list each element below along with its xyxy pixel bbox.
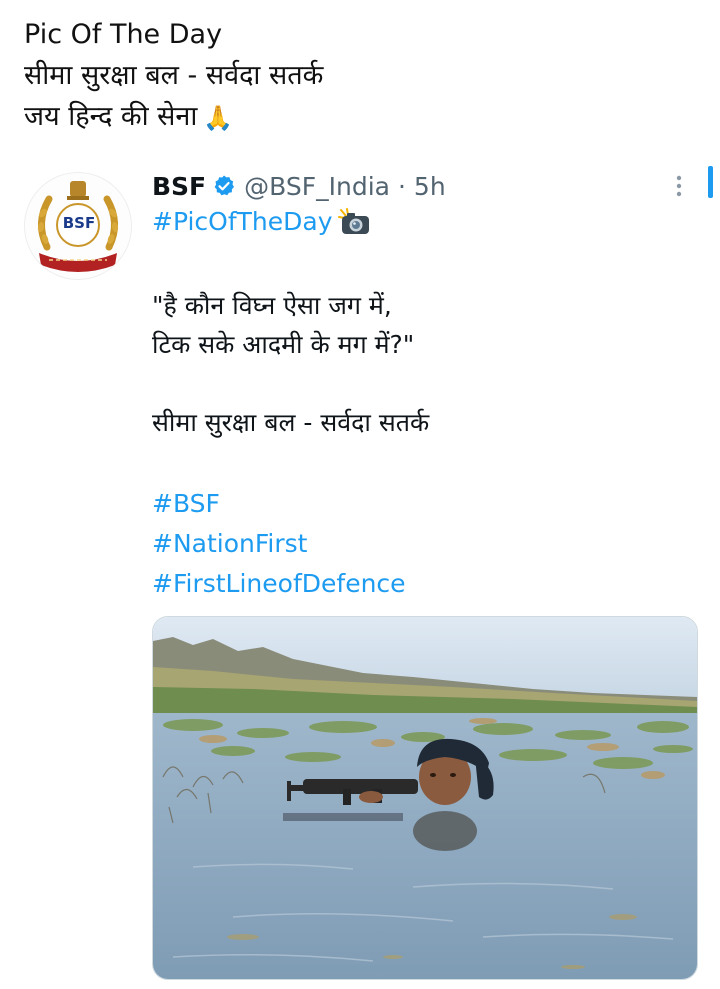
hashtag-firstlineofdefence[interactable]: #FirstLineofDefence — [152, 564, 406, 604]
hashtag-nationfirst[interactable]: #NationFirst — [152, 524, 406, 564]
header-separator: · — [397, 171, 406, 201]
author-handle[interactable]: @BSF_India — [244, 172, 390, 201]
tweet-timestamp[interactable]: 5h — [414, 172, 446, 201]
avatar-label: BSF — [62, 214, 96, 232]
scroll-indicator — [708, 166, 713, 198]
caption-title: Pic Of The Day — [24, 19, 223, 50]
caption-motto: सीमा सुरक्षा बल - सर्वदा सतर्क — [24, 60, 324, 91]
tweet-body-line: टिक सके आदमी के मग में?" — [152, 330, 415, 359]
tweet-body-line — [152, 364, 692, 403]
camera-flash-icon — [337, 207, 371, 236]
tweet-hashtags: #BSF #NationFirst #FirstLineofDefence — [152, 484, 406, 604]
avatar[interactable]: BSF — [24, 172, 132, 280]
folded-hands-icon: 🙏 — [203, 104, 234, 132]
more-options-icon[interactable] — [672, 172, 686, 200]
hashtag-picoftheday[interactable]: #PicOfTheDay — [152, 207, 333, 236]
tweet-photo[interactable] — [152, 616, 698, 980]
verified-badge-icon — [212, 174, 236, 198]
tweet-body-line: "है कौन विघ्न ऐसा जग में, — [152, 291, 392, 320]
tweet-header: BSF @BSF_India · 5h — [152, 166, 446, 206]
caption-salute-text: जय हिन्द की सेना — [24, 101, 198, 132]
tweet-body-line: सीमा सुरक्षा बल - सर्वदा सतर्क — [152, 408, 430, 437]
author-name[interactable]: BSF — [152, 172, 206, 201]
embedded-tweet[interactable]: BSF BSF @BSF_India · 5h #PicOfTheDay "है… — [0, 164, 720, 989]
hashtag-bsf[interactable]: #BSF — [152, 484, 406, 524]
tweet-title-row: #PicOfTheDay — [152, 207, 371, 236]
post-caption: Pic Of The Day सीमा सुरक्षा बल - सर्वदा … — [24, 14, 694, 139]
soldier-in-water-photo — [153, 617, 697, 979]
caption-salute: जय हिन्द की सेना 🙏 — [24, 96, 694, 139]
tweet-body: "है कौन विघ्न ऐसा जग में, टिक सके आदमी क… — [152, 286, 692, 442]
